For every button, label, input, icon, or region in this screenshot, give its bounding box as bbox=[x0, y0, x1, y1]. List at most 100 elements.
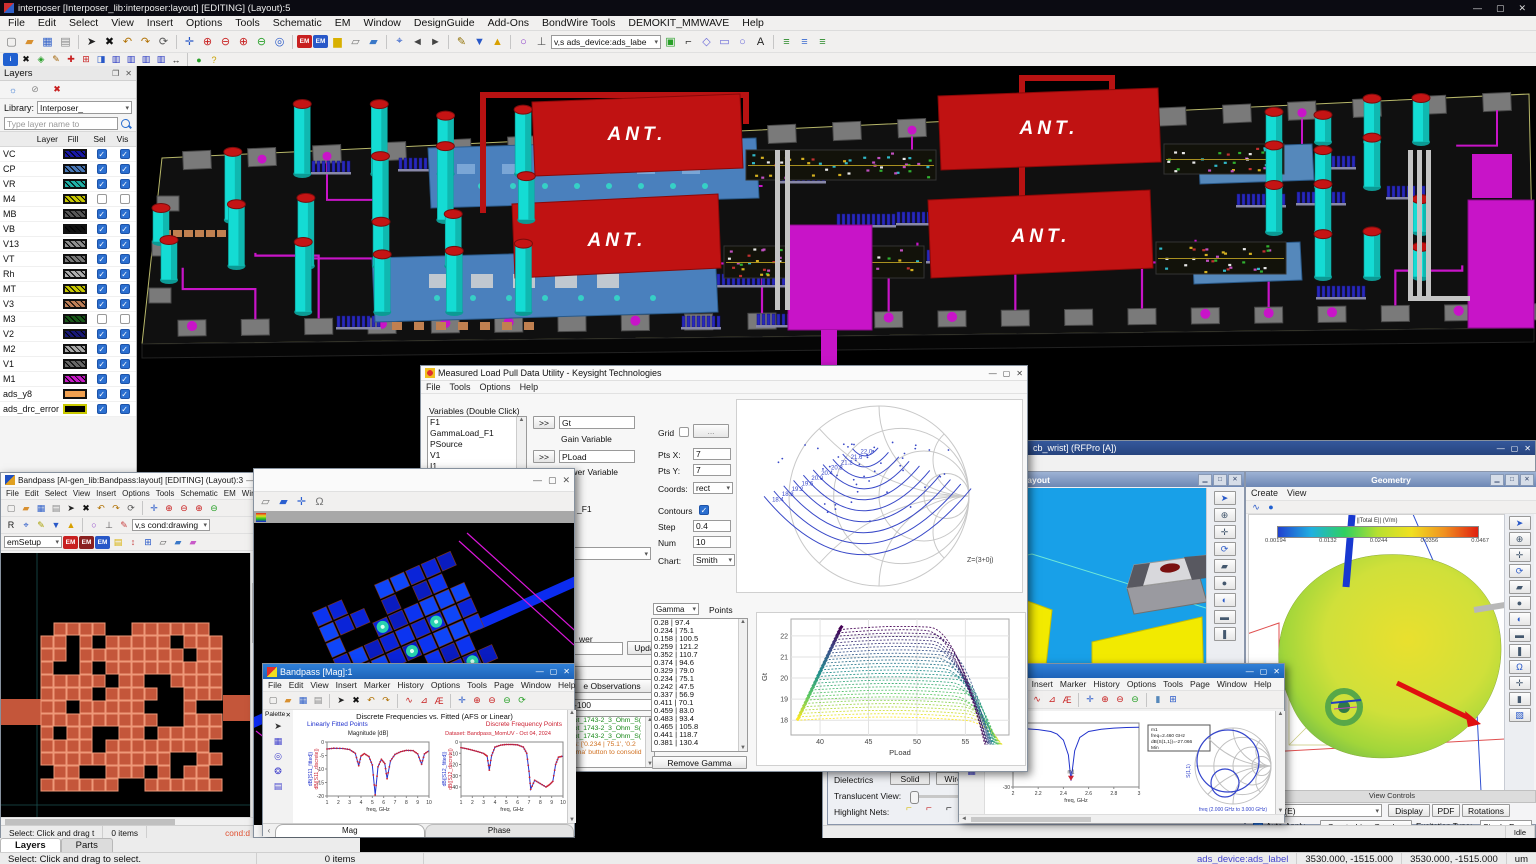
ael-icon[interactable]: Æ bbox=[1060, 694, 1074, 706]
layer-sel-checkbox[interactable]: ✓ bbox=[97, 329, 107, 339]
info-icon[interactable]: i bbox=[3, 53, 18, 66]
import-icon[interactable]: ▼ bbox=[49, 519, 63, 531]
zoom-last-icon[interactable]: ⊖ bbox=[253, 34, 270, 50]
view-tool-icon[interactable]: ▬ bbox=[1214, 610, 1236, 624]
layer-fill-swatch[interactable] bbox=[63, 149, 87, 159]
layer-fill-swatch[interactable] bbox=[63, 269, 87, 279]
tab-scroll-left[interactable]: ‹ bbox=[263, 826, 275, 835]
layer-row-m3[interactable]: M3 bbox=[0, 312, 136, 327]
layer-fill-swatch[interactable] bbox=[63, 179, 87, 189]
menu-options[interactable]: Options bbox=[186, 17, 222, 29]
import-icon[interactable]: ▼ bbox=[471, 34, 488, 50]
layer-row-vt[interactable]: VT✓✓ bbox=[0, 252, 136, 267]
layer-vis-checkbox[interactable] bbox=[120, 194, 130, 204]
bpm-menu-history[interactable]: History bbox=[397, 680, 423, 690]
view-tool-icon[interactable]: ● bbox=[1214, 576, 1236, 590]
bpl-menu-schematic[interactable]: Schematic bbox=[180, 489, 217, 498]
dataset-combo[interactable] bbox=[571, 547, 651, 560]
layer-sel-checkbox[interactable]: ✓ bbox=[97, 239, 107, 249]
layer-row-cp[interactable]: CP✓✓ bbox=[0, 162, 136, 177]
align-center-icon[interactable]: ≡ bbox=[796, 34, 813, 50]
menu-edit[interactable]: Edit bbox=[38, 17, 56, 29]
zoom-in-icon[interactable]: ⊕ bbox=[192, 502, 206, 514]
layer-view-3-icon[interactable]: ▥ bbox=[139, 54, 153, 66]
ptsx-field[interactable]: 7 bbox=[693, 448, 731, 460]
ground-icon[interactable]: ⊥ bbox=[102, 519, 116, 531]
maximize-button[interactable]: □ bbox=[1213, 474, 1227, 486]
dds2-menu-options[interactable]: Options bbox=[1127, 679, 1156, 689]
view-tool-icon[interactable]: ▰ bbox=[1509, 580, 1531, 594]
dds2-menu-help[interactable]: Help bbox=[1254, 679, 1271, 689]
layer-fill-swatch[interactable] bbox=[63, 224, 87, 234]
help-key-icon[interactable]: ? bbox=[207, 54, 221, 66]
ptsy-field[interactable]: 7 bbox=[693, 464, 731, 476]
paste-icon[interactable]: ◨ bbox=[94, 54, 108, 66]
view-tool-icon[interactable]: ✛ bbox=[1509, 548, 1531, 562]
cut-icon[interactable]: ✚ bbox=[64, 54, 78, 66]
bpl-menu-em[interactable]: EM bbox=[224, 489, 236, 498]
menu-view[interactable]: View bbox=[111, 17, 134, 29]
layer-view-4-icon[interactable]: ▥ bbox=[154, 54, 168, 66]
port-icon[interactable]: ○ bbox=[87, 519, 101, 531]
layer-vis-checkbox[interactable]: ✓ bbox=[120, 404, 130, 414]
layer-vis-checkbox[interactable]: ✓ bbox=[120, 344, 130, 354]
layer-fill-swatch[interactable] bbox=[63, 344, 87, 354]
power-arrow-button[interactable]: >> bbox=[533, 450, 555, 463]
minimize-button[interactable]: — bbox=[1473, 3, 1482, 14]
geometry-child-title-bar[interactable]: Geometry ▁ □ ✕ bbox=[1246, 472, 1536, 487]
dataset-listbox[interactable]: bot_1743-2_3_Ohm_S(bot_1743-2_3_Ohm_S(bo… bbox=[569, 716, 655, 768]
layer-sel-checkbox[interactable]: ✓ bbox=[97, 404, 107, 414]
bandpass-layout-viewport[interactable] bbox=[1, 553, 251, 817]
menu-em[interactable]: EM bbox=[335, 17, 351, 29]
layer-vis-checkbox[interactable]: ✓ bbox=[120, 299, 130, 309]
zoom-in-icon[interactable]: ⊕ bbox=[235, 34, 252, 50]
tab-layers[interactable]: Layers bbox=[0, 838, 61, 852]
pencil-icon[interactable]: ✎ bbox=[117, 519, 131, 531]
dds2-menu-marker[interactable]: Marker bbox=[1060, 679, 1086, 689]
view-tool-icon[interactable]: Ω bbox=[1509, 660, 1531, 674]
layer-fill-swatch[interactable] bbox=[63, 299, 87, 309]
bpl-menu-file[interactable]: File bbox=[6, 489, 19, 498]
export-icon[interactable]: ▲ bbox=[489, 34, 506, 50]
bpl-menu-view[interactable]: View bbox=[73, 489, 90, 498]
layer-sel-checkbox[interactable]: ✓ bbox=[97, 344, 107, 354]
bpl-menu-insert[interactable]: Insert bbox=[96, 489, 116, 498]
maximize-button[interactable]: ▢ bbox=[550, 667, 558, 676]
undo-icon[interactable]: ↶ bbox=[94, 502, 108, 514]
view-tool-icon[interactable]: ⊕ bbox=[1509, 532, 1531, 546]
polygon-icon[interactable]: ◇ bbox=[698, 34, 715, 50]
pan-icon[interactable]: ✛ bbox=[147, 502, 161, 514]
layer-row-vr[interactable]: VR✓✓ bbox=[0, 177, 136, 192]
pin-layout-icon[interactable]: ⊞ bbox=[141, 536, 155, 548]
layer-settings-icon[interactable]: ☼ bbox=[6, 84, 20, 96]
layer-fill-swatch[interactable] bbox=[63, 404, 87, 414]
delete-icon[interactable]: ✖ bbox=[101, 34, 118, 50]
bandpass-mag-title-bar[interactable]: Bandpass [Mag]:1 — ▢ ✕ bbox=[263, 664, 574, 679]
layer-vis-checkbox[interactable]: ✓ bbox=[120, 389, 130, 399]
zoom-fit-icon[interactable]: ◎ bbox=[271, 34, 288, 50]
net-highlight-icon[interactable]: ⌐ bbox=[926, 803, 939, 814]
minimize-button[interactable]: — bbox=[989, 369, 997, 378]
zoom-area-icon[interactable]: ⊕ bbox=[470, 695, 484, 707]
em-x-icon[interactable]: EM bbox=[79, 536, 94, 549]
tab-mag[interactable]: Mag bbox=[275, 824, 425, 837]
float-panel-icon[interactable]: ❐ bbox=[112, 69, 119, 78]
zoom-area-icon[interactable]: ⊕ bbox=[1098, 694, 1112, 706]
polar-plot-icon[interactable]: ❂ bbox=[271, 765, 285, 777]
pan-icon[interactable]: ✛ bbox=[1083, 694, 1097, 706]
print-icon[interactable]: ▤ bbox=[311, 695, 325, 707]
dds2-menu-page[interactable]: Page bbox=[1190, 679, 1210, 689]
layer-fill-swatch[interactable] bbox=[63, 194, 87, 204]
pointer-icon[interactable]: ➤ bbox=[334, 695, 348, 707]
bandpass-layout-title-bar[interactable]: Bandpass [AI-gen_lib:Bandpass:layout] [E… bbox=[1, 473, 257, 488]
solid-cube-icon[interactable]: ▰ bbox=[275, 494, 292, 510]
layer-row-rh[interactable]: Rh✓✓ bbox=[0, 267, 136, 282]
hidden-field[interactable] bbox=[571, 642, 623, 655]
close-button[interactable]: ✕ bbox=[1524, 444, 1531, 453]
layer-vis-checkbox[interactable]: ✓ bbox=[120, 224, 130, 234]
fit-view-icon[interactable]: ⊞ bbox=[1166, 694, 1180, 706]
close-panel-icon[interactable]: ✕ bbox=[125, 69, 132, 78]
rotate-3d-icon[interactable]: ◈ bbox=[34, 54, 48, 66]
layer-vis-checkbox[interactable]: ✓ bbox=[120, 149, 130, 159]
save-icon[interactable]: ▦ bbox=[34, 502, 48, 514]
